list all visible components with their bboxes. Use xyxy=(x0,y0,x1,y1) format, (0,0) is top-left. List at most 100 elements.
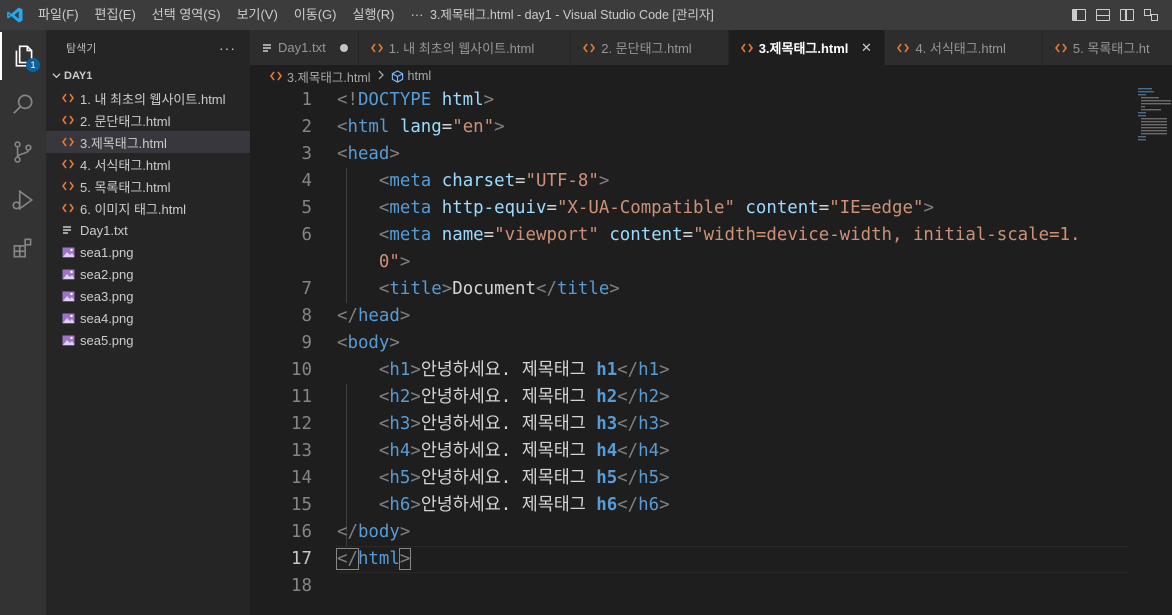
toggle-panel-icon[interactable] xyxy=(1096,9,1110,21)
file-tree-item[interactable]: 6. 이미지 태그.html xyxy=(46,197,250,219)
html-file-icon xyxy=(62,181,80,191)
tag-token: h4 xyxy=(638,441,660,461)
menu-item[interactable]: ··· xyxy=(402,0,431,30)
line-number: 2 xyxy=(301,117,312,137)
code-line[interactable]: <title>Document</title> xyxy=(337,276,1127,303)
file-tree-item[interactable]: sea2.png xyxy=(46,263,250,285)
code-line[interactable]: <body> xyxy=(337,330,1127,357)
menu-item[interactable]: 선택 영역(S) xyxy=(144,0,229,30)
explorer-activity-button[interactable]: 1 xyxy=(0,32,46,80)
breadcrumb: 3.제목태그.html html xyxy=(250,65,1172,87)
code-content[interactable]: <!DOCTYPE html> <html lang="en"> <head> <m… xyxy=(336,87,1127,600)
text-token: = xyxy=(483,225,495,245)
menu-item[interactable]: 실행(R) xyxy=(345,0,403,30)
line-number: 17 xyxy=(291,549,312,569)
code-line[interactable] xyxy=(337,573,1127,600)
bold-text-token: h2 xyxy=(596,387,618,407)
punctuation-token: > xyxy=(410,360,421,380)
line-number: 5 xyxy=(301,198,312,218)
menu-item[interactable]: 보기(V) xyxy=(229,0,286,30)
file-name: Day1.txt xyxy=(80,222,128,238)
file-name: 5. 목록태그.html xyxy=(80,179,171,195)
extensions-activity-button[interactable] xyxy=(0,224,46,272)
html-file-icon xyxy=(1054,43,1067,53)
attribute-token: charset xyxy=(441,171,516,191)
explorer-title: 탐색기 xyxy=(66,42,97,55)
source-control-icon xyxy=(14,141,32,163)
punctuation-token: <! xyxy=(337,90,358,110)
line-number: 9 xyxy=(301,333,312,353)
explorer-more-actions-button[interactable]: ··· xyxy=(219,40,236,56)
menu-item[interactable]: 이동(G) xyxy=(286,0,345,30)
attribute-token: content xyxy=(609,225,683,245)
file-tree-item[interactable]: Day1.txt xyxy=(46,219,250,241)
editor-tab[interactable]: 1. 내 최초의 웹사이트.html xyxy=(358,30,572,65)
text-token: 안녕하세요. 제목태그 xyxy=(420,468,597,488)
folder-section-day1[interactable]: DAY1 xyxy=(46,65,250,87)
tag-token: head xyxy=(347,144,390,164)
editor-tab[interactable]: 5. 목록태그.ht xyxy=(1042,30,1172,65)
punctuation-token: < xyxy=(378,171,390,191)
code-line[interactable]: <h5>안녕하세요. 제목태그 h5</h5> xyxy=(337,465,1127,492)
unsaved-dot-icon[interactable] xyxy=(339,43,348,52)
code-line[interactable]: <h4>안녕하세요. 제목태그 h4</h4> xyxy=(337,438,1127,465)
file-tree-item[interactable]: 3.제목태그.html xyxy=(46,131,250,153)
file-tree-item[interactable]: 2. 문단태그.html xyxy=(46,109,250,131)
file-name: sea1.png xyxy=(80,244,134,260)
file-tree-item[interactable]: 1. 내 최초의 웹사이트.html xyxy=(46,87,250,109)
toggle-secondary-sidebar-icon[interactable] xyxy=(1120,9,1134,21)
code-line[interactable]: <h6>안녕하세요. 제목태그 h6</h6> xyxy=(337,492,1127,519)
code-line[interactable]: <h2>안녕하세요. 제목태그 h2</h2> xyxy=(337,384,1127,411)
menu-item[interactable]: 파일(F) xyxy=(30,0,87,30)
code-line[interactable]: <html lang="en"> xyxy=(337,114,1127,141)
code-line[interactable]: 0"> xyxy=(337,249,1127,276)
code-line[interactable]: <!DOCTYPE html> xyxy=(337,87,1127,114)
minimap[interactable] xyxy=(1128,87,1172,615)
code-line[interactable]: <h3>안녕하세요. 제목태그 h3</h3> xyxy=(337,411,1127,438)
close-icon[interactable]: ✕ xyxy=(858,40,874,56)
punctuation-token: > xyxy=(398,548,412,570)
code-line[interactable]: </html> xyxy=(336,546,1127,573)
toggle-primary-sidebar-icon[interactable] xyxy=(1072,9,1086,21)
tab-label: 2. 문단태그.html xyxy=(601,41,692,56)
code-line[interactable]: </body> xyxy=(337,519,1127,546)
breadcrumb-file[interactable]: 3.제목태그.html xyxy=(287,67,371,86)
code-line[interactable]: <h1>안녕하세요. 제목태그 h1</h1> xyxy=(337,357,1127,384)
file-name: sea5.png xyxy=(80,332,134,348)
breadcrumb-symbol[interactable]: html xyxy=(408,69,432,83)
chevron-right-icon xyxy=(377,69,385,83)
file-tree-item[interactable]: sea3.png xyxy=(46,285,250,307)
file-tree-item[interactable]: sea4.png xyxy=(46,307,250,329)
editor-tab[interactable]: 4. 서식태그.html xyxy=(885,30,1043,65)
code-line[interactable]: <head> xyxy=(337,141,1127,168)
customize-layout-icon[interactable] xyxy=(1144,9,1158,21)
punctuation-token: </ xyxy=(535,279,557,299)
editor-tabs: Day1.txt 1. 내 최초의 웹사이트.html 2. 문단태그.html 3.… xyxy=(250,30,1172,65)
bold-text-token: h6 xyxy=(596,495,618,515)
code-line[interactable]: </head> xyxy=(337,303,1127,330)
file-tree-item[interactable]: sea5.png xyxy=(46,329,250,351)
code-line[interactable]: <meta http-equiv="X-UA-Compatible" conte… xyxy=(337,195,1127,222)
file-tree-item[interactable]: 5. 목록태그.html xyxy=(46,175,250,197)
file-name: sea4.png xyxy=(80,310,134,326)
menu-item[interactable]: 편집(E) xyxy=(87,0,144,30)
file-tree-item[interactable]: 4. 서식태그.html xyxy=(46,153,250,175)
line-number: 10 xyxy=(291,360,312,380)
editor-tab[interactable]: Day1.txt xyxy=(250,30,359,65)
file-tree-item[interactable]: sea1.png xyxy=(46,241,250,263)
punctuation-token: < xyxy=(378,414,390,434)
explorer-sidebar: 탐색기 ··· DAY1 1. 내 최초의 웹사이트.html 2. 문단태그.h… xyxy=(46,30,250,615)
editor-tab[interactable]: 2. 문단태그.html xyxy=(571,30,729,65)
code-line[interactable]: <meta charset="UTF-8"> xyxy=(337,168,1127,195)
line-number: 1 xyxy=(301,90,312,110)
code-editor[interactable]: 1 2 3 4 5 6 7 8 9 10 11 12 13 14 15 16 17 18 <!DOCTYPE ht… xyxy=(250,87,1172,615)
editor-tab[interactable]: 3.제목태그.html ✕ xyxy=(728,30,886,65)
search-activity-button[interactable] xyxy=(0,80,46,128)
code-line[interactable]: <meta name="viewport" content="width=dev… xyxy=(337,222,1127,249)
run-debug-activity-button[interactable] xyxy=(0,176,46,224)
punctuation-token: </ xyxy=(617,495,639,515)
source-control-activity-button[interactable] xyxy=(0,128,46,176)
